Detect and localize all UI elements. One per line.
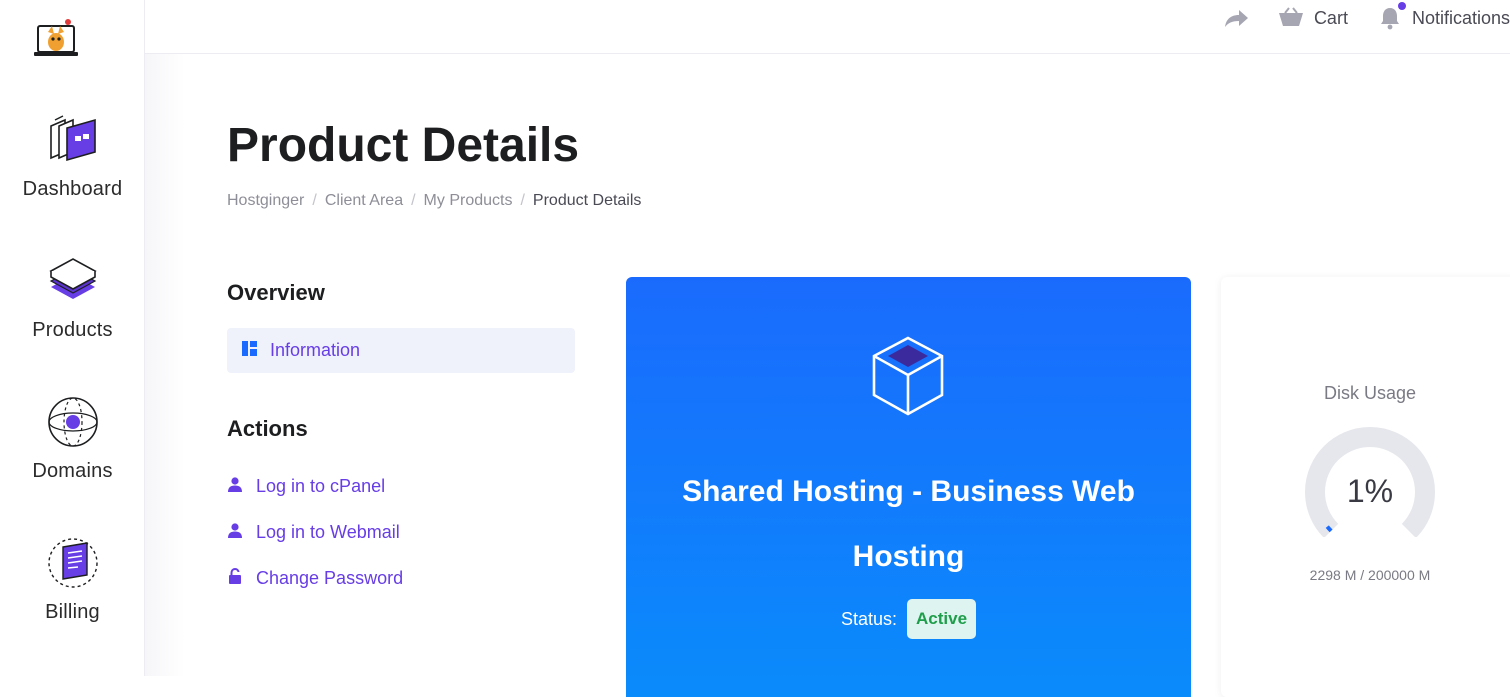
information-label: Information: [270, 340, 360, 361]
product-name: Shared Hosting - Business Web Hosting: [666, 459, 1151, 589]
actions-heading: Actions: [227, 416, 308, 442]
breadcrumb-separator: /: [520, 192, 524, 210]
notifications-label: Notifications: [1412, 8, 1510, 29]
breadcrumb-item[interactable]: Hostginger: [227, 192, 304, 210]
sidebar: Dashboard Products Domains: [0, 0, 145, 676]
action-label: Log in to cPanel: [256, 476, 385, 497]
sidebar-item-label: Dashboard: [0, 178, 145, 201]
breadcrumb: Hostginger / Client Area / My Products /…: [227, 192, 641, 210]
disk-usage-amount: 2298 M / 200000 M: [1221, 567, 1510, 583]
disk-usage-title: Disk Usage: [1221, 383, 1510, 404]
sidebar-item-products[interactable]: Products: [0, 253, 145, 342]
sidebar-item-billing[interactable]: Billing: [0, 535, 145, 624]
logo-icon[interactable]: [32, 16, 82, 62]
top-bar: Cart Notifications: [145, 0, 1510, 54]
breadcrumb-item[interactable]: My Products: [424, 192, 513, 210]
cart-label: Cart: [1314, 8, 1348, 29]
share-icon: [1224, 8, 1250, 28]
information-tab[interactable]: Information: [227, 328, 575, 373]
notifications-button[interactable]: Notifications: [1378, 6, 1510, 30]
breadcrumb-item[interactable]: Client Area: [325, 192, 403, 210]
sidebar-item-dashboard[interactable]: Dashboard: [0, 112, 145, 201]
login-webmail-link[interactable]: Log in to Webmail: [227, 522, 400, 543]
bell-icon: [1378, 6, 1402, 30]
disk-usage-percent: 1%: [1305, 473, 1435, 510]
action-label: Log in to Webmail: [256, 522, 400, 543]
breadcrumb-separator: /: [312, 192, 316, 210]
disk-usage-card: Disk Usage 1% 2298 M / 200000 M: [1221, 277, 1510, 697]
overview-heading: Overview: [227, 280, 325, 306]
dashboard-icon: [45, 112, 101, 168]
cart-icon: [1278, 7, 1304, 29]
layout-icon: [242, 340, 257, 361]
breadcrumb-current: Product Details: [533, 192, 642, 210]
action-label: Change Password: [256, 568, 403, 589]
sidebar-item-domains[interactable]: Domains: [0, 394, 145, 483]
page-title: Product Details: [227, 118, 579, 173]
cart-button[interactable]: Cart: [1278, 7, 1348, 29]
products-icon: [45, 253, 101, 309]
status-badge: Active: [907, 599, 976, 639]
user-icon: [227, 522, 243, 543]
domains-icon: [45, 394, 101, 450]
breadcrumb-separator: /: [411, 192, 415, 210]
sidebar-item-label: Domains: [0, 460, 145, 483]
notification-badge: [1398, 2, 1406, 10]
change-password-link[interactable]: Change Password: [227, 568, 403, 589]
cube-icon: [870, 335, 946, 422]
lock-icon: [227, 568, 243, 589]
billing-icon: [45, 535, 101, 591]
login-cpanel-link[interactable]: Log in to cPanel: [227, 476, 385, 497]
sidebar-item-label: Billing: [0, 601, 145, 624]
status-label: Status:: [841, 609, 897, 630]
status-row: Status: Active: [626, 599, 1191, 639]
share-button[interactable]: [1224, 8, 1250, 28]
main-content: Product Details Hostginger / Client Area…: [145, 54, 1510, 676]
user-icon: [227, 476, 243, 497]
sidebar-item-label: Products: [0, 319, 145, 342]
product-card: Shared Hosting - Business Web Hosting St…: [626, 277, 1191, 697]
top-actions: Cart Notifications: [1224, 0, 1510, 36]
